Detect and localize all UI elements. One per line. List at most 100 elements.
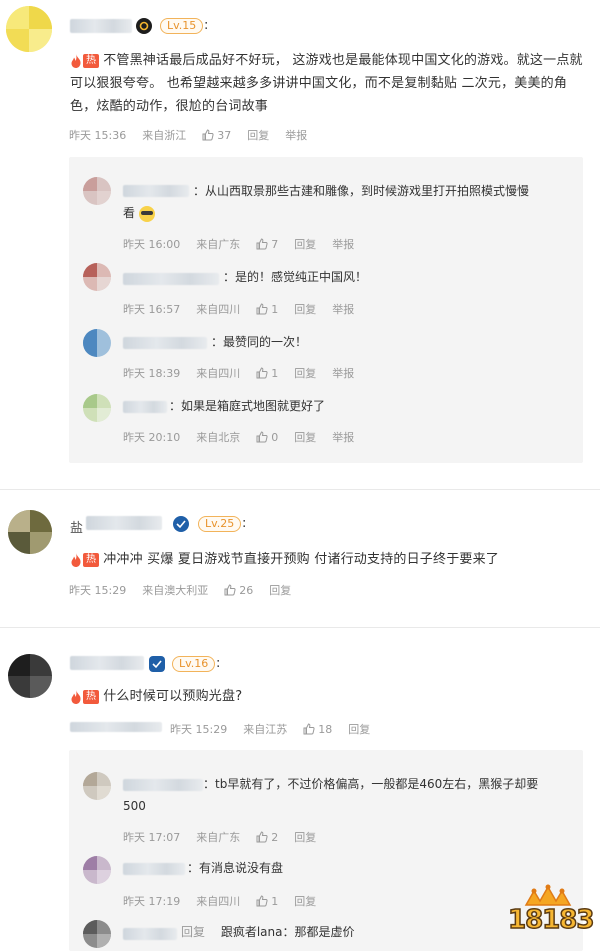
reply-avatar[interactable] [83, 772, 111, 800]
reply-meta: 昨天 18:39 来自四川 1 回复 举报 [123, 365, 370, 381]
comment-1: Lv.15 : 热 不管黑神话最后成品好不好玩， 这游戏也是最能体现中国文化的游… [0, 0, 600, 490]
reply-avatar[interactable] [83, 920, 111, 948]
thumbs-up-icon [256, 303, 268, 315]
reply-text: ：从山西取景那些古建和雕像，到时候游戏里打开拍照模式慢慢 看 [123, 184, 530, 222]
comment-text: 热 什么时候可以预购光盘? [70, 685, 590, 708]
reply-button[interactable]: 回复 [294, 236, 316, 252]
reply-button[interactable]: 回复 [294, 429, 316, 445]
report-button[interactable]: 举报 [285, 127, 307, 143]
timestamp: 昨天 15:29 [69, 584, 127, 597]
like-button[interactable]: 26 [224, 584, 253, 597]
avatar[interactable] [6, 6, 52, 52]
location: 来自四川 [196, 895, 241, 908]
username[interactable]: 盐 [70, 517, 83, 536]
reply-username[interactable] [123, 863, 185, 875]
timestamp: 昨天 16:57 [123, 303, 181, 316]
logo-text: 18183 [507, 904, 595, 936]
username[interactable] [70, 656, 144, 670]
username[interactable] [70, 19, 132, 33]
reply-avatar[interactable] [83, 177, 111, 205]
thumbs-up-icon [303, 723, 315, 735]
reply-button[interactable]: 回复 [269, 582, 291, 598]
colon: : [204, 18, 209, 33]
like-count: 0 [271, 430, 279, 444]
reply-avatar[interactable] [83, 263, 111, 291]
comment-text-line3: 色，炫酷的动作，很尬的台词故事 [70, 99, 269, 114]
reply-username[interactable] [123, 273, 219, 285]
reply-to-user[interactable]: 跟疯者lana [221, 925, 283, 939]
reply-text: 回复 跟疯者lana：那都是虚价 [181, 925, 355, 939]
location: 来自四川 [196, 367, 241, 380]
level-badge: Lv.15 [160, 18, 204, 34]
like-button[interactable]: 1 [256, 895, 278, 908]
reply-button[interactable]: 回复 [294, 365, 316, 381]
timestamp: 昨天 17:07 [123, 831, 181, 844]
reply-button[interactable]: 回复 [294, 301, 316, 317]
flame-icon [71, 689, 81, 704]
reply-list: ：从山西取景那些古建和雕像，到时候游戏里打开拍照模式慢慢 看 昨天 16:00 … [69, 157, 583, 463]
verified-icon [173, 516, 189, 532]
hot-badge: 热 [70, 53, 100, 69]
reply-avatar[interactable] [83, 856, 111, 884]
like-button[interactable]: 1 [256, 367, 278, 380]
location: 来自澳大利亚 [142, 584, 209, 597]
reply-list: ：tb早就有了，不过价格偏高，一般都是460左右，黑猴子却要 500 昨天 17… [69, 750, 583, 951]
like-button[interactable]: 2 [256, 831, 278, 844]
reply-button[interactable]: 回复 [294, 829, 316, 845]
like-count: 26 [239, 583, 254, 597]
comment-2: 盐 Lv.25 : 热 冲冲冲 买爆 夏日游戏节直接开预购 付诸行动支持的日子终… [0, 490, 600, 630]
like-button[interactable]: 1 [256, 303, 278, 316]
reply-avatar[interactable] [83, 329, 111, 357]
reply-username[interactable] [123, 337, 207, 349]
location: 来自广东 [196, 831, 241, 844]
reply-username[interactable] [123, 185, 189, 197]
comment-text: 热 不管黑神话最后成品好不好玩， 这游戏也是最能体现中国文化的游戏。就这一点就 … [70, 49, 590, 118]
like-button[interactable]: 18 [303, 723, 332, 736]
avatar[interactable] [8, 654, 52, 698]
thumbs-up-icon [224, 584, 236, 596]
timestamp: 昨天 15:36 [69, 129, 127, 142]
reply-text: ：最赞同的一次！ [211, 335, 308, 349]
verified-icon [136, 18, 152, 34]
username-blur [86, 516, 162, 530]
flame-icon [71, 53, 81, 68]
like-count: 37 [217, 128, 232, 142]
reply-username[interactable] [123, 401, 167, 413]
reply-username[interactable] [123, 779, 203, 791]
reply-avatar[interactable] [83, 394, 111, 422]
verified-icon [149, 656, 165, 672]
timestamp: 昨天 20:10 [123, 431, 181, 444]
avatar[interactable] [8, 510, 52, 554]
report-button[interactable]: 举报 [332, 429, 354, 445]
reply-text: ：有消息说没有盘 [187, 861, 284, 875]
reply-username[interactable] [123, 928, 177, 940]
level-badge: Lv.25 [198, 516, 242, 532]
timestamp: 昨天 18:39 [123, 367, 181, 380]
flame-icon [71, 552, 81, 567]
like-count: 7 [271, 237, 279, 251]
like-count: 1 [271, 894, 279, 908]
reply-button[interactable]: 回复 [294, 893, 316, 909]
like-count: 2 [271, 830, 279, 844]
report-button[interactable]: 举报 [332, 301, 354, 317]
thumbs-up-icon [256, 238, 268, 250]
thumbs-up-icon [256, 831, 268, 843]
reply-meta: 昨天 17:07 来自广东 2 回复 [123, 829, 332, 845]
reply-button[interactable]: 回复 [247, 127, 269, 143]
like-button[interactable]: 0 [256, 431, 278, 444]
like-count: 1 [271, 302, 279, 316]
hot-badge: 热 [70, 552, 100, 568]
comment-meta: 昨天 15:29 来自澳大利亚 26 回复 [69, 582, 307, 598]
timestamp: 昨天 16:00 [123, 238, 181, 251]
comment-meta: 昨天 15:36 来自浙江 37 回复 举报 [69, 127, 323, 143]
like-button[interactable]: 7 [256, 238, 278, 251]
like-button[interactable]: 37 [202, 129, 231, 142]
report-button[interactable]: 举报 [332, 236, 354, 252]
report-button[interactable]: 举报 [332, 365, 354, 381]
reply-meta: 昨天 16:57 来自四川 1 回复 举报 [123, 301, 370, 317]
reply-button[interactable]: 回复 [348, 721, 370, 737]
reply-meta: 昨天 16:00 来自广东 7 回复 举报 [123, 236, 370, 252]
comment-text-line2: 可以狠狠夸夸。 也希望越来越多多讲讲中国文化，而不是复制黏贴 二次元，美美的角 [70, 76, 568, 91]
thumbs-up-icon [256, 367, 268, 379]
comment-meta: 昨天 15:29 来自江苏 18 回复 [170, 721, 386, 737]
